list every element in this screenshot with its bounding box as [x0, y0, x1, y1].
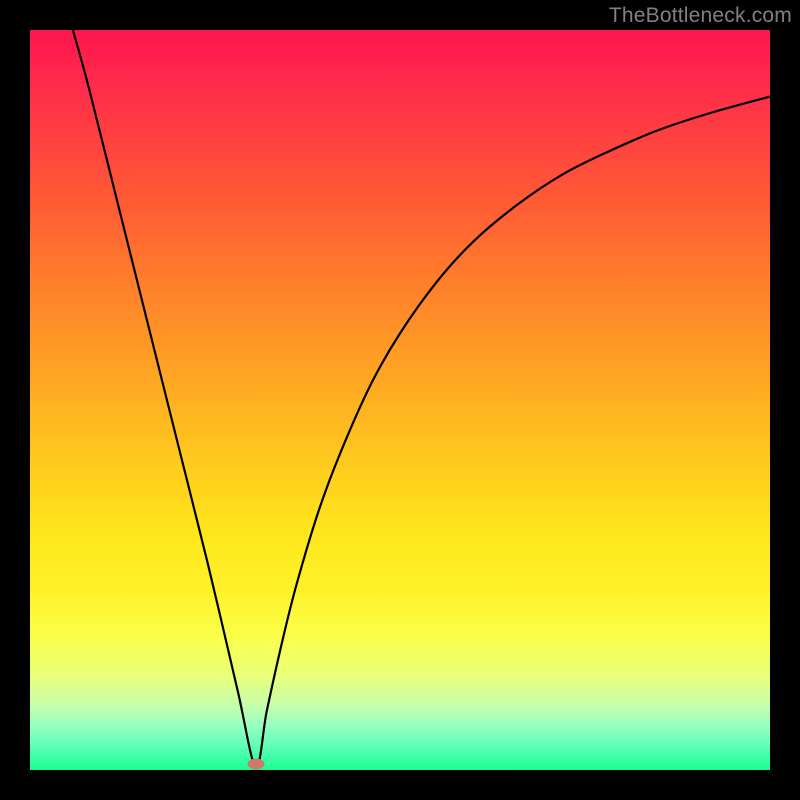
minimum-marker — [247, 759, 264, 770]
bottleneck-curve — [30, 30, 770, 770]
chart-frame: TheBottleneck.com — [0, 0, 800, 800]
watermark-text: TheBottleneck.com — [609, 4, 792, 28]
plot-area — [30, 30, 770, 770]
